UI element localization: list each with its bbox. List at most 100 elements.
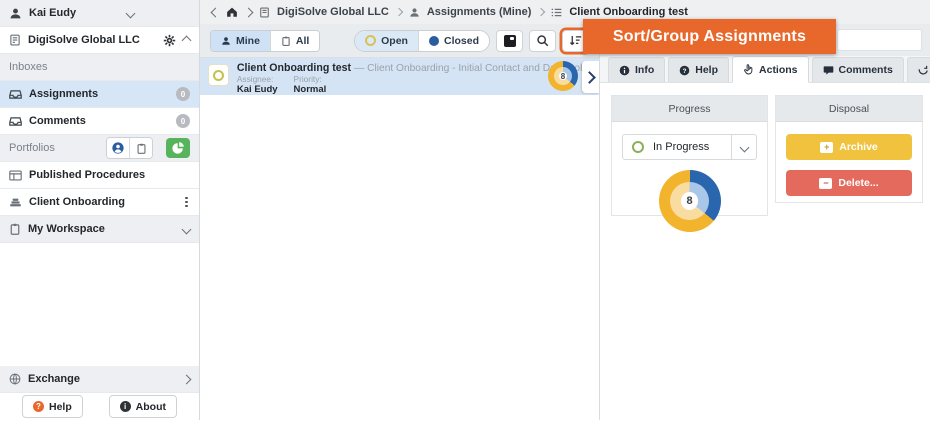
about-button[interactable]: i About — [109, 395, 177, 418]
history-icon — [918, 65, 929, 76]
breadcrumb-assignments[interactable]: Assignments (Mine) — [427, 6, 532, 18]
assignments-badge: 0 — [176, 87, 190, 101]
client-onboarding-label: Client Onboarding — [29, 196, 125, 208]
progress-status-value[interactable]: In Progress — [622, 134, 732, 160]
gear-icon[interactable] — [163, 34, 176, 47]
open-closed-toggle: Open Closed — [354, 30, 490, 52]
panel-search-box[interactable] — [837, 29, 922, 51]
mine-all-toggle: Mine All — [210, 30, 320, 52]
person-icon — [112, 142, 124, 154]
mine-label: Mine — [236, 35, 260, 47]
sort-icon — [569, 34, 582, 47]
chevron-right-icon — [182, 374, 192, 384]
help-button[interactable]: ? Help — [22, 395, 83, 418]
delete-button[interactable]: − Delete... — [786, 170, 912, 196]
home-icon[interactable] — [226, 6, 238, 18]
comments-badge: 0 — [176, 114, 190, 128]
chevron-up-icon[interactable] — [182, 35, 192, 45]
archive-button[interactable]: + Archive — [786, 134, 912, 160]
tab-help[interactable]: ? Help — [668, 57, 729, 82]
info-icon: i — [120, 401, 131, 412]
section-inboxes: Inboxes — [0, 54, 199, 81]
search-button[interactable] — [529, 30, 556, 52]
user-avatar-icon — [9, 7, 22, 20]
sidebar-item-comments[interactable]: Comments 0 — [0, 108, 199, 135]
person-icon — [409, 7, 420, 18]
sort-callout-text: Sort/Group Assignments — [613, 28, 806, 46]
org-icon — [259, 7, 270, 18]
delete-button-label: Delete... — [838, 177, 878, 189]
add-portfolio-button[interactable] — [166, 138, 190, 158]
tab-info[interactable]: Info — [608, 57, 665, 82]
assignee-value: Kai Eudy — [237, 84, 278, 95]
disposal-card: Disposal + Archive − Delete... — [775, 95, 923, 203]
open-filter-button[interactable]: Open — [355, 31, 418, 51]
closed-filter-button[interactable]: Closed — [418, 31, 489, 51]
tab-comments[interactable]: Comments — [812, 57, 904, 82]
expand-panel-button[interactable] — [582, 61, 599, 93]
globe-icon — [9, 373, 21, 385]
hand-pointer-icon — [743, 64, 754, 75]
pie-chart-icon — [172, 142, 184, 154]
open-label: Open — [381, 35, 408, 47]
sidebar-item-my-workspace[interactable]: My Workspace — [0, 216, 199, 243]
progress-dropdown-button[interactable] — [732, 134, 757, 160]
help-button-label: Help — [49, 401, 72, 413]
detail-tabs: Info ? Help Actions Comments Activity — [600, 56, 930, 83]
all-filter-button[interactable]: All — [270, 31, 319, 51]
tab-label: Actions — [759, 64, 798, 76]
portfolios-label: Portfolios — [9, 142, 55, 154]
svg-text:?: ? — [683, 67, 687, 74]
list-icon — [551, 7, 562, 18]
progress-header: Progress — [612, 96, 767, 122]
kebab-menu-icon[interactable] — [183, 195, 190, 210]
donut-count: 8 — [681, 192, 698, 209]
published-procedures-label: Published Procedures — [29, 169, 145, 181]
org-row[interactable]: DigiSolve Global LLC — [0, 27, 199, 54]
clipboard-icon — [9, 223, 21, 235]
sidebar-item-published-procedures[interactable]: Published Procedures — [0, 162, 199, 189]
progress-donut-small: 8 — [548, 61, 578, 91]
org-icon — [9, 34, 21, 46]
tab-activity[interactable]: Activity — [907, 57, 930, 82]
sidebar-item-assignments[interactable]: Assignments 0 — [0, 81, 199, 108]
breadcrumb-org[interactable]: DigiSolve Global LLC — [277, 6, 389, 18]
exchange-label: Exchange — [28, 373, 80, 385]
progress-status-label: In Progress — [653, 141, 709, 153]
about-button-label: About — [136, 401, 166, 413]
clipboard-icon — [281, 36, 291, 46]
sidebar: Kai Eudy DigiSolve Global LLC Inboxes As… — [0, 0, 200, 420]
clipboard-icon — [136, 143, 147, 154]
info-icon — [619, 65, 630, 76]
board-view-button[interactable] — [496, 30, 523, 52]
board-icon — [504, 35, 516, 47]
tab-actions[interactable]: Actions — [732, 56, 809, 83]
my-workspace-label: My Workspace — [28, 223, 105, 235]
assignment-list-item[interactable]: Client Onboarding test — Client Onboardi… — [200, 58, 599, 95]
progress-status-dropdown: In Progress — [622, 134, 757, 160]
org-name: DigiSolve Global LLC — [28, 34, 140, 46]
sidebar-filler — [0, 243, 199, 366]
portfolio-clipboard-toggle[interactable] — [129, 138, 152, 158]
comments-label: Comments — [29, 115, 86, 127]
closed-label: Closed — [444, 35, 479, 47]
sidebar-item-client-onboarding[interactable]: Client Onboarding — [0, 189, 199, 216]
assignment-title: Client Onboarding test — [237, 62, 351, 74]
search-icon — [536, 34, 549, 47]
books-stack-icon — [9, 196, 22, 209]
tab-label: Comments — [839, 64, 893, 76]
open-status-icon — [365, 35, 376, 46]
sort-callout: Sort/Group Assignments — [583, 19, 836, 54]
assignment-status-icon[interactable] — [208, 64, 229, 86]
forward-icon[interactable] — [244, 7, 254, 17]
delete-icon: − — [819, 178, 832, 189]
breadcrumb-separator — [395, 8, 403, 16]
user-name: Kai Eudy — [29, 7, 76, 19]
archive-icon: + — [820, 142, 833, 153]
portfolio-person-toggle[interactable] — [107, 138, 129, 158]
sidebar-item-exchange[interactable]: Exchange — [0, 366, 199, 393]
priority-value: Normal — [294, 84, 327, 95]
mine-filter-button[interactable]: Mine — [211, 31, 270, 51]
back-icon[interactable] — [211, 7, 221, 17]
user-menu[interactable]: Kai Eudy — [0, 0, 199, 27]
